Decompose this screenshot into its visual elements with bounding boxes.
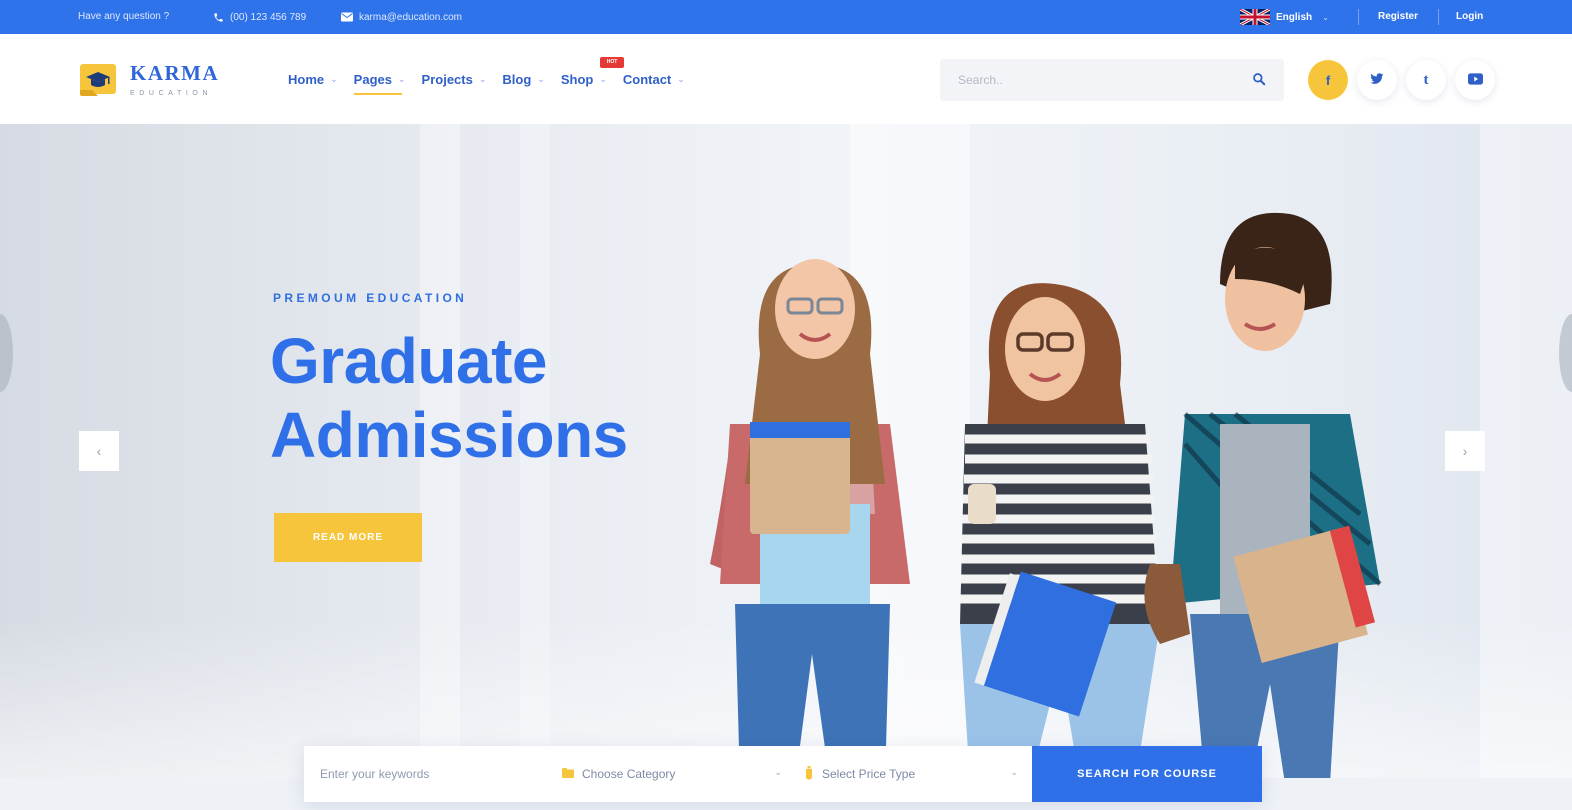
price-value: Select Price Type [822,767,916,781]
header-search [940,59,1284,101]
hero-subtitle: PREMOUM EDUCATION [273,291,468,305]
logo-name: KARMA [130,61,220,85]
hero-title: Graduate Admissions [270,324,628,472]
phone-label: (00) 123 456 789 [230,11,307,23]
student-middle [960,283,1160,778]
chevron-left-icon: ‹ [96,443,102,459]
price-tag-icon [804,765,814,783]
students-photo [710,212,1382,778]
twitter-button[interactable] [1357,60,1397,100]
read-more-button[interactable]: READ MORE [274,513,422,562]
nav-label: Contact [622,72,672,87]
slider-edge-left [0,314,13,392]
chevron-down-icon: ⌄ [397,74,406,84]
search-course-button[interactable]: SEARCH FOR COURSE [1032,746,1262,802]
uk-flag-icon [1239,7,1271,27]
envelope-icon [341,11,353,23]
chevron-down-icon: ⌄ [1010,767,1018,777]
question-label: Have any question ? [78,11,170,22]
nav-label: Pages [353,72,392,87]
nav-label: Blog [502,72,532,87]
search-input[interactable] [940,59,1230,101]
chevron-down-icon: ⌄ [774,767,782,777]
nav-projects[interactable]: Projects ⌄ [422,72,487,87]
register-link[interactable]: Register [1378,11,1418,22]
email-contact[interactable]: karma@education.com [341,11,462,23]
phone-contact[interactable]: (00) 123 456 789 [212,11,306,23]
price-select[interactable]: Select Price Type ⌄ [796,746,1032,802]
graduation-cap-icon [78,60,118,100]
nav-label: Projects [421,72,473,87]
language-label: English [1276,11,1313,23]
nav-home[interactable]: Home ⌄ [288,72,338,87]
tumblr-button[interactable]: t [1406,60,1446,100]
divider [1438,9,1439,25]
chevron-down-icon: ⌄ [537,74,545,84]
language-selector[interactable]: English ⌄ [1239,7,1329,27]
nav-label: Home [288,72,325,87]
folder-icon [562,767,574,781]
hero-slider: PREMOUM EDUCATION Graduate Admissions RE… [0,124,1572,778]
logo-tagline: EDUCATION [130,90,213,97]
logo[interactable]: KARMA EDUCATION [78,60,219,100]
chevron-down-icon: ⌄ [330,74,338,84]
search-icon[interactable] [1252,72,1268,88]
keyword-field[interactable]: Enter your keywords [304,746,550,802]
email-label: karma@education.com [359,11,462,23]
hero-title-line: Graduate [270,325,547,397]
facebook-button[interactable]: f [1308,60,1348,100]
question-text: Have any question ? [78,11,169,22]
top-bar: Have any question ? (00) 123 456 789 kar… [0,0,1572,34]
chevron-down-icon: ⌄ [599,74,607,84]
hot-badge: HOT [600,57,624,68]
main-nav: Home ⌄ Pages ⌄ Projects ⌄ Blog ⌄ Shop ⌄ … [288,72,685,95]
category-select[interactable]: Choose Category ⌄ [550,746,796,802]
course-search-bar: Enter your keywords Choose Category ⌄ Se… [304,746,1262,802]
nav-contact[interactable]: Contact ⌄ [623,72,685,87]
logo-text: KARMA EDUCATION [130,61,220,98]
category-value: Choose Category [582,767,676,781]
facebook-icon: f [1325,72,1331,88]
slider-next-button[interactable]: › [1445,431,1485,471]
chevron-right-icon: › [1462,443,1468,459]
nav-label: Shop [560,72,594,87]
twitter-icon [1370,72,1384,88]
keyword-placeholder: Enter your keywords [320,767,430,781]
nav-shop[interactable]: Shop ⌄ [561,72,607,87]
slider-prev-button[interactable]: ‹ [79,431,119,471]
phone-icon [212,11,224,23]
chevron-down-icon: ⌄ [1322,12,1329,22]
nav-blog[interactable]: Blog ⌄ [502,72,544,87]
youtube-icon [1467,72,1483,88]
nav-pages[interactable]: Pages ⌄ [353,72,406,95]
student-right [1144,212,1382,778]
login-link[interactable]: Login [1456,11,1483,22]
chevron-down-icon: ⌄ [478,74,487,84]
student-left [710,259,910,778]
chevron-down-icon: ⌄ [677,74,685,84]
divider [1358,9,1359,25]
tumblr-icon: t [1423,71,1429,88]
hero-title-line: Admissions [270,399,628,471]
youtube-button[interactable] [1455,60,1495,100]
